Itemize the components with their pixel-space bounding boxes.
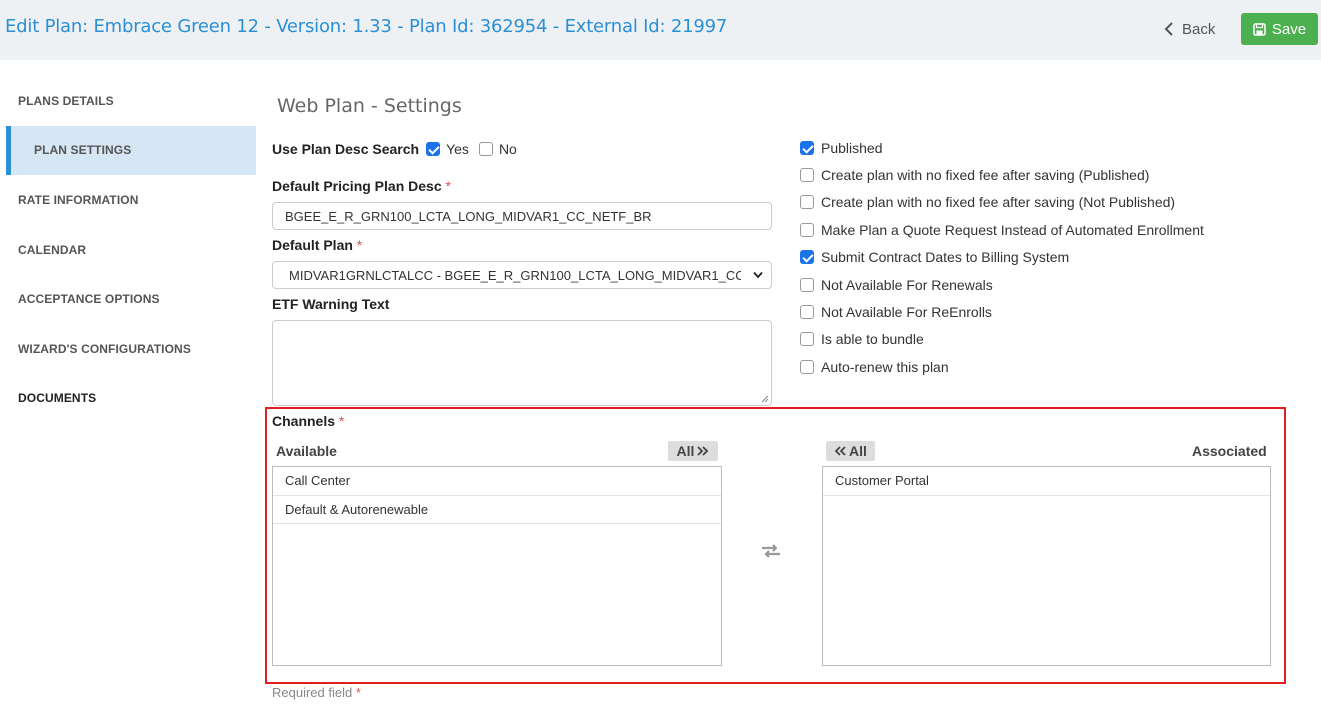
resize-grip-icon[interactable]	[761, 395, 769, 403]
page-title: Edit Plan: Embrace Green 12 - Version: 1…	[5, 16, 728, 37]
save-label: Save	[1271, 20, 1307, 38]
sidebar-item-calendar[interactable]: CALENDAR	[0, 225, 256, 275]
option-published[interactable]: Published	[800, 134, 1204, 161]
option-quote-request[interactable]: Make Plan a Quote Request Instead of Aut…	[800, 216, 1204, 243]
etf-warning-text-label: ETF Warning Text	[272, 296, 390, 312]
chevron-down-icon	[753, 271, 763, 279]
plan-options-list: Published Create plan with no fixed fee …	[800, 134, 1204, 381]
option-label: Auto-renew this plan	[821, 358, 949, 375]
option-label: Make Plan a Quote Request Instead of Aut…	[821, 221, 1204, 238]
list-item[interactable]: Customer Portal	[823, 467, 1270, 496]
no-label: No	[498, 141, 517, 157]
move-all-left-label: All	[849, 443, 867, 459]
required-mark: *	[356, 237, 363, 253]
move-all-left-button[interactable]: All	[826, 441, 875, 461]
default-plan-value: MIDVAR1GRNLCTALCC - BGEE_E_R_GRN100_LCTA…	[289, 267, 741, 283]
sidebar-item-plans-details[interactable]: PLANS DETAILS	[0, 76, 256, 126]
required-field-note: Required field *	[272, 685, 361, 700]
sidebar-item-rate-information[interactable]: RATE INFORMATION	[0, 175, 256, 225]
chevron-left-icon	[1164, 22, 1173, 36]
double-chevron-right-icon	[697, 446, 709, 456]
etf-warning-textarea[interactable]	[272, 320, 772, 406]
use-plan-desc-search-label: Use Plan Desc Search	[272, 141, 420, 157]
use-plan-desc-no-checkbox[interactable]	[478, 142, 493, 156]
sidebar-nav: PLANS DETAILS PLAN SETTINGS RATE INFORMA…	[0, 76, 256, 423]
use-plan-desc-yes-checkbox[interactable]	[426, 142, 441, 156]
available-channels-list[interactable]: Call Center Default & Autorenewable	[272, 466, 722, 666]
submit-contract-dates-checkbox[interactable]	[800, 250, 814, 265]
required-mark: *	[445, 178, 451, 194]
double-chevron-left-icon	[834, 446, 846, 456]
sidebar-item-label: RATE INFORMATION	[18, 192, 139, 207]
option-not-available-renewals[interactable]: Not Available For Renewals	[800, 271, 1204, 298]
default-pricing-plan-desc-value: BGEE_E_R_GRN100_LCTA_LONG_MIDVAR1_CC_NET…	[285, 208, 652, 224]
floppy-disk-icon	[1253, 22, 1266, 36]
option-auto-renew[interactable]: Auto-renew this plan	[800, 353, 1204, 380]
move-all-right-label: All	[676, 443, 695, 459]
available-heading: Available	[276, 443, 337, 459]
option-label: Not Available For ReEnrolls	[821, 304, 992, 321]
list-item[interactable]: Call Center	[273, 467, 721, 496]
back-label: Back	[1182, 20, 1216, 38]
default-plan-label: Default Plan *	[272, 237, 362, 253]
channels-label-text: Channels	[272, 413, 336, 429]
list-item[interactable]: Default & Autorenewable	[273, 496, 721, 524]
back-button[interactable]: Back	[1164, 17, 1215, 41]
required-mark: *	[355, 685, 361, 700]
option-label: Submit Contract Dates to Billing System	[821, 249, 1070, 266]
auto-renew-checkbox[interactable]	[800, 359, 814, 374]
move-all-right-button[interactable]: All	[668, 441, 718, 461]
swap-arrows-icon	[762, 544, 780, 558]
sidebar-item-label: PLAN SETTINGS	[34, 143, 132, 158]
use-plan-desc-search-row: Use Plan Desc Search Yes No	[272, 141, 527, 157]
required-field-text: Required field	[272, 685, 353, 700]
option-no-fixed-fee-published[interactable]: Create plan with no fixed fee after savi…	[800, 161, 1204, 188]
option-label: Not Available For Renewals	[821, 276, 993, 293]
sidebar-item-label: DOCUMENTS	[18, 391, 97, 406]
no-fixed-fee-published-checkbox[interactable]	[800, 168, 814, 183]
no-fixed-fee-not-published-checkbox[interactable]	[800, 195, 814, 210]
published-checkbox[interactable]	[800, 140, 814, 155]
sidebar-item-documents[interactable]: DOCUMENTS	[0, 374, 256, 424]
default-plan-select[interactable]: MIDVAR1GRNLCTALCC - BGEE_E_R_GRN100_LCTA…	[272, 261, 772, 289]
yes-label: Yes	[446, 141, 469, 157]
option-label: Published	[821, 139, 883, 156]
default-pricing-plan-desc-input[interactable]: BGEE_E_R_GRN100_LCTA_LONG_MIDVAR1_CC_NET…	[272, 202, 772, 230]
sidebar-item-label: PLANS DETAILS	[18, 93, 114, 108]
associated-channels-list[interactable]: Customer Portal	[822, 466, 1271, 666]
default-pricing-label-text: Default Pricing Plan Desc	[272, 178, 442, 194]
option-no-fixed-fee-not-published[interactable]: Create plan with no fixed fee after savi…	[800, 189, 1204, 216]
option-able-to-bundle[interactable]: Is able to bundle	[800, 326, 1204, 353]
option-label: Create plan with no fixed fee after savi…	[821, 194, 1176, 211]
section-title: Web Plan - Settings	[277, 95, 462, 117]
channels-label: Channels *	[272, 413, 344, 429]
not-available-renewals-checkbox[interactable]	[800, 277, 814, 292]
default-plan-label-text: Default Plan	[272, 237, 353, 253]
sidebar-item-label: ACCEPTANCE OPTIONS	[18, 292, 160, 307]
option-label: Create plan with no fixed fee after savi…	[821, 167, 1150, 184]
not-available-reenrolls-checkbox[interactable]	[800, 305, 814, 320]
default-pricing-plan-desc-label: Default Pricing Plan Desc *	[272, 178, 451, 194]
save-button[interactable]: Save	[1241, 13, 1318, 45]
able-to-bundle-checkbox[interactable]	[800, 332, 814, 347]
top-bar: Edit Plan: Embrace Green 12 - Version: 1…	[0, 0, 1321, 60]
quote-request-checkbox[interactable]	[800, 222, 814, 237]
sidebar-item-plan-settings[interactable]: PLAN SETTINGS	[6, 125, 256, 176]
sidebar-item-label: WIZARD'S CONFIGURATIONS	[18, 341, 191, 356]
required-mark: *	[338, 413, 345, 429]
option-submit-contract-dates[interactable]: Submit Contract Dates to Billing System	[800, 244, 1204, 271]
associated-heading: Associated	[1192, 443, 1267, 459]
option-not-available-reenrolls[interactable]: Not Available For ReEnrolls	[800, 298, 1204, 325]
sidebar-item-wizards-configurations[interactable]: WIZARD'S CONFIGURATIONS	[0, 324, 256, 374]
sidebar-item-label: CALENDAR	[18, 242, 87, 257]
sidebar-item-acceptance-options[interactable]: ACCEPTANCE OPTIONS	[0, 274, 256, 324]
option-label: Is able to bundle	[821, 331, 924, 348]
